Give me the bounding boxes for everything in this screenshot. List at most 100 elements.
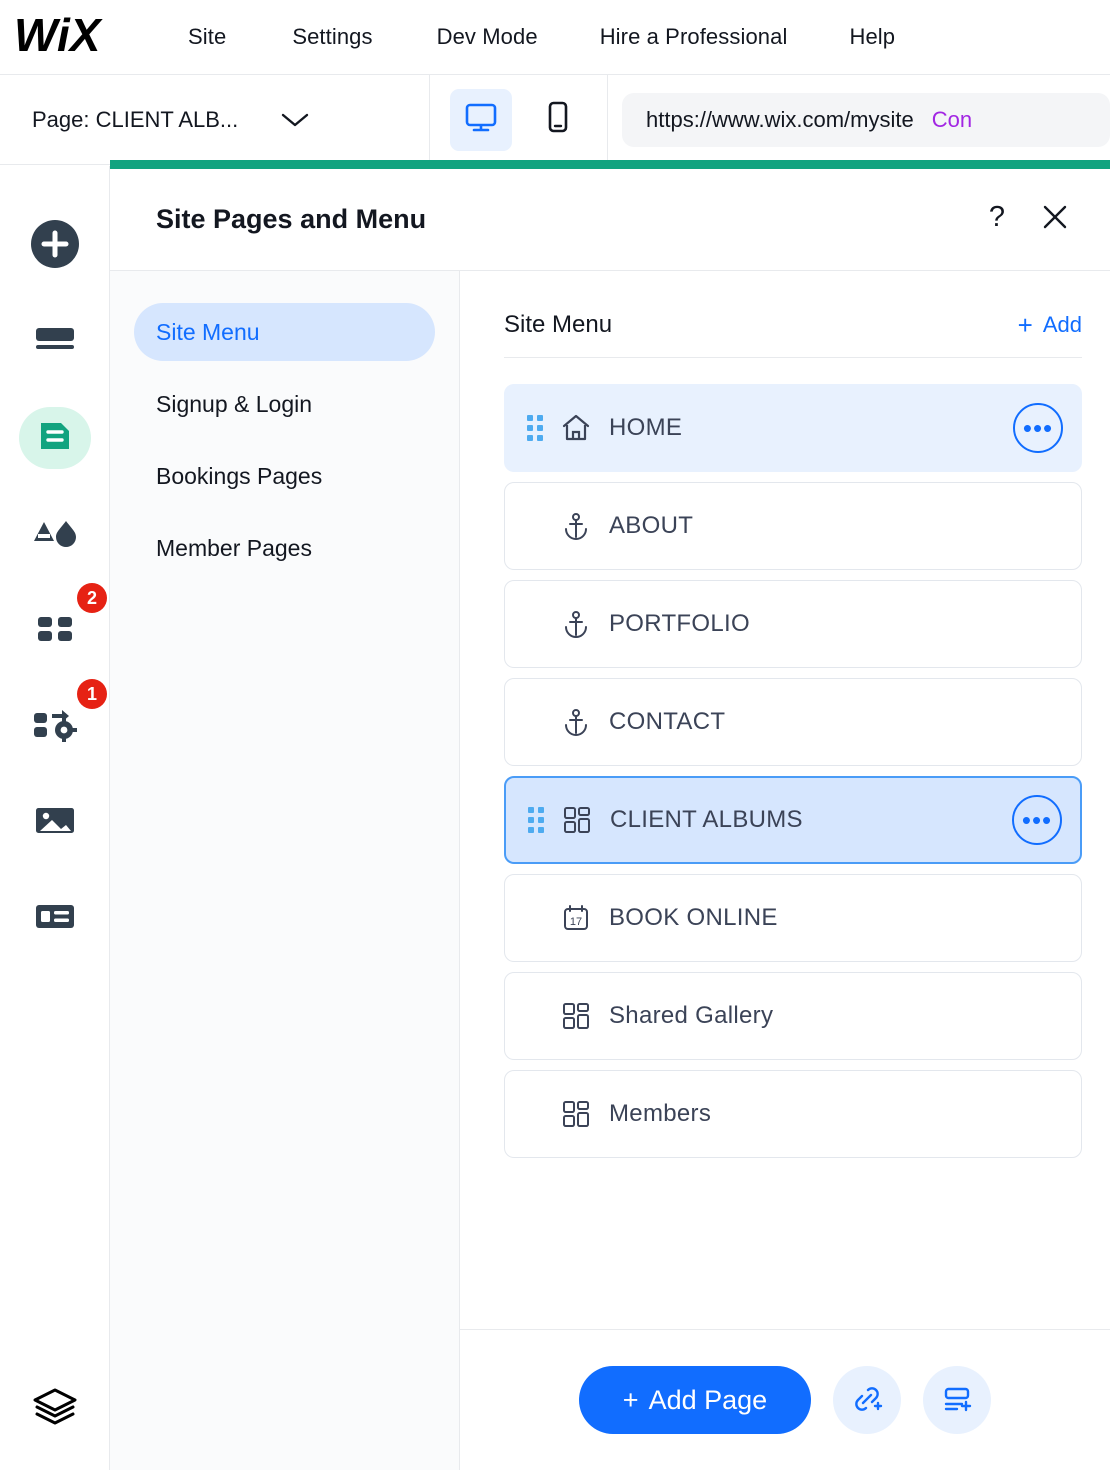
page-row-portfolio[interactable]: PORTFOLIO xyxy=(504,580,1082,668)
page-row-shared-gallery[interactable]: Shared Gallery xyxy=(504,972,1082,1060)
page-row-about[interactable]: ABOUT xyxy=(504,482,1082,570)
panel-header: Site Pages and Menu ? xyxy=(110,169,1110,271)
layers-icon xyxy=(29,1383,81,1434)
page-row-label: Shared Gallery xyxy=(609,1002,774,1029)
close-x-icon xyxy=(1039,201,1071,238)
grid-dashboard-icon xyxy=(557,1099,595,1129)
anchor-icon xyxy=(557,608,595,640)
svg-text:17: 17 xyxy=(570,916,582,928)
apps-market-button[interactable]: 2 xyxy=(0,582,110,678)
wix-editor-window: WiX Site Settings Dev Mode Hire a Profes… xyxy=(0,0,1110,1470)
pages-document-icon xyxy=(34,415,76,462)
panel-accent-bar xyxy=(110,160,1110,169)
panel-nav-signup-login[interactable]: Signup & Login xyxy=(134,375,435,433)
topnav-settings[interactable]: Settings xyxy=(292,24,372,50)
panel-sidebar: Site Menu Signup & Login Bookings Pages … xyxy=(110,271,460,1470)
topnav-hire-a-professional[interactable]: Hire a Professional xyxy=(600,24,788,50)
page-row-members[interactable]: Members xyxy=(504,1070,1082,1158)
add-menu-item-label: Add xyxy=(1042,312,1082,337)
more-dots-icon: ••• xyxy=(1022,412,1054,443)
connect-domain-link[interactable]: Con xyxy=(932,107,972,133)
page-row-label: BOOK ONLINE xyxy=(609,904,778,931)
add-menu-item-button[interactable]: + Add xyxy=(1018,312,1082,338)
panel-nav-signup-login-label: Signup & Login xyxy=(156,390,313,417)
more-dots-icon: ••• xyxy=(1021,804,1053,835)
page-row-client-albums[interactable]: CLIENT ALBUMS ••• xyxy=(504,776,1082,864)
theme-manager-button[interactable] xyxy=(0,486,110,582)
panel-nav-member-pages[interactable]: Member Pages xyxy=(134,519,435,577)
page-row-contact[interactable]: CONTACT xyxy=(504,678,1082,766)
panel-close-button[interactable] xyxy=(1026,191,1084,249)
svg-text:?: ? xyxy=(989,201,1005,233)
layout-bars-icon xyxy=(29,318,81,367)
content-manager-button[interactable] xyxy=(0,870,110,966)
page-row-more-button[interactable]: ••• xyxy=(1012,795,1062,845)
section-title: Site Menu xyxy=(504,311,613,338)
site-pages-and-menu-panel: Site Pages and Menu ? Site Menu Signup &… xyxy=(110,169,1110,1470)
site-pages-button[interactable] xyxy=(0,390,110,486)
viewport-toggle xyxy=(430,75,608,164)
page-row-book-online[interactable]: 17 BOOK ONLINE xyxy=(504,874,1082,962)
page-row-more-button[interactable]: ••• xyxy=(1013,403,1063,453)
svg-text:WiX: WiX xyxy=(14,13,103,61)
question-mark-icon: ? xyxy=(980,200,1014,239)
media-manager-button[interactable] xyxy=(0,774,110,870)
add-link-button[interactable] xyxy=(833,1366,902,1434)
top-bar: WiX Site Settings Dev Mode Hire a Profes… xyxy=(0,0,1110,75)
four-squares-icon xyxy=(32,606,78,655)
image-icon xyxy=(30,799,80,846)
my-business-badge: 1 xyxy=(77,679,107,709)
calendar-17-icon: 17 xyxy=(557,902,595,934)
site-url-pill[interactable]: https://www.wix.com/mysite Con xyxy=(622,92,1110,147)
page-selector-label: Page: CLIENT ALB... xyxy=(32,106,239,132)
add-elements-button[interactable] xyxy=(0,198,110,294)
topnav-site[interactable]: Site xyxy=(188,24,226,50)
panel-nav-bookings-pages[interactable]: Bookings Pages xyxy=(134,447,435,505)
panel-nav-site-menu[interactable]: Site Menu xyxy=(134,303,435,361)
page-selector[interactable]: Page: CLIENT ALB... xyxy=(0,75,430,164)
site-url-text: https://www.wix.com/mysite xyxy=(646,106,914,132)
panel-nav-bookings-pages-label: Bookings Pages xyxy=(156,462,323,489)
home-icon xyxy=(557,412,595,444)
layers-button[interactable] xyxy=(0,1383,110,1434)
chevron-down-icon xyxy=(280,111,310,129)
apps-market-badge: 2 xyxy=(77,583,107,613)
grid-dashboard-icon xyxy=(558,805,596,835)
pages-scroll-area: Site Menu + Add HOME ••• ABOUT PORTFOLIO… xyxy=(460,271,1110,1329)
drag-handle-icon[interactable] xyxy=(527,415,545,441)
add-dropdown-button[interactable] xyxy=(923,1366,992,1434)
topnav-help[interactable]: Help xyxy=(849,24,895,50)
panel-nav-member-pages-label: Member Pages xyxy=(156,534,312,561)
page-row-label: PORTFOLIO xyxy=(609,610,750,637)
desktop-view-button[interactable] xyxy=(449,88,512,151)
plus-icon: + xyxy=(1017,310,1033,340)
my-business-button[interactable]: 1 xyxy=(0,678,110,774)
add-page-button[interactable]: + Add Page xyxy=(578,1366,812,1434)
plus-icon: + xyxy=(622,1384,639,1415)
panel-body: Site Menu Signup & Login Bookings Pages … xyxy=(110,271,1110,1470)
wix-logo[interactable]: WiX xyxy=(14,12,114,62)
panel-footer: + Add Page xyxy=(460,1329,1110,1470)
page-row-label: ABOUT xyxy=(609,512,694,539)
panel-main: Site Menu + Add HOME ••• ABOUT PORTFOLIO… xyxy=(460,271,1110,1470)
link-plus-icon xyxy=(849,1381,885,1420)
page-row-label: CLIENT ALBUMS xyxy=(610,806,803,833)
editor-toolbar: Page: CLIENT ALB... https://www.wix.com/… xyxy=(0,75,1110,165)
plus-circle-icon xyxy=(27,216,83,277)
mobile-icon xyxy=(540,98,574,141)
desktop-icon xyxy=(462,98,500,141)
page-row-label: HOME xyxy=(609,414,683,441)
panel-title: Site Pages and Menu xyxy=(156,204,427,234)
topnav-dev-mode[interactable]: Dev Mode xyxy=(437,24,538,50)
site-design-button[interactable] xyxy=(0,294,110,390)
puzzle-gear-icon xyxy=(30,702,80,751)
drag-handle-icon[interactable] xyxy=(528,807,546,833)
panel-help-button[interactable]: ? xyxy=(968,191,1026,249)
panel-nav-site-menu-label: Site Menu xyxy=(156,318,260,345)
mobile-view-button[interactable] xyxy=(526,89,588,151)
page-row-home[interactable]: HOME ••• xyxy=(504,384,1082,472)
table-list-icon xyxy=(30,895,80,942)
section-header: Site Menu + Add xyxy=(504,271,1082,358)
dropdown-plus-icon xyxy=(939,1381,975,1420)
page-row-label: CONTACT xyxy=(609,708,726,735)
